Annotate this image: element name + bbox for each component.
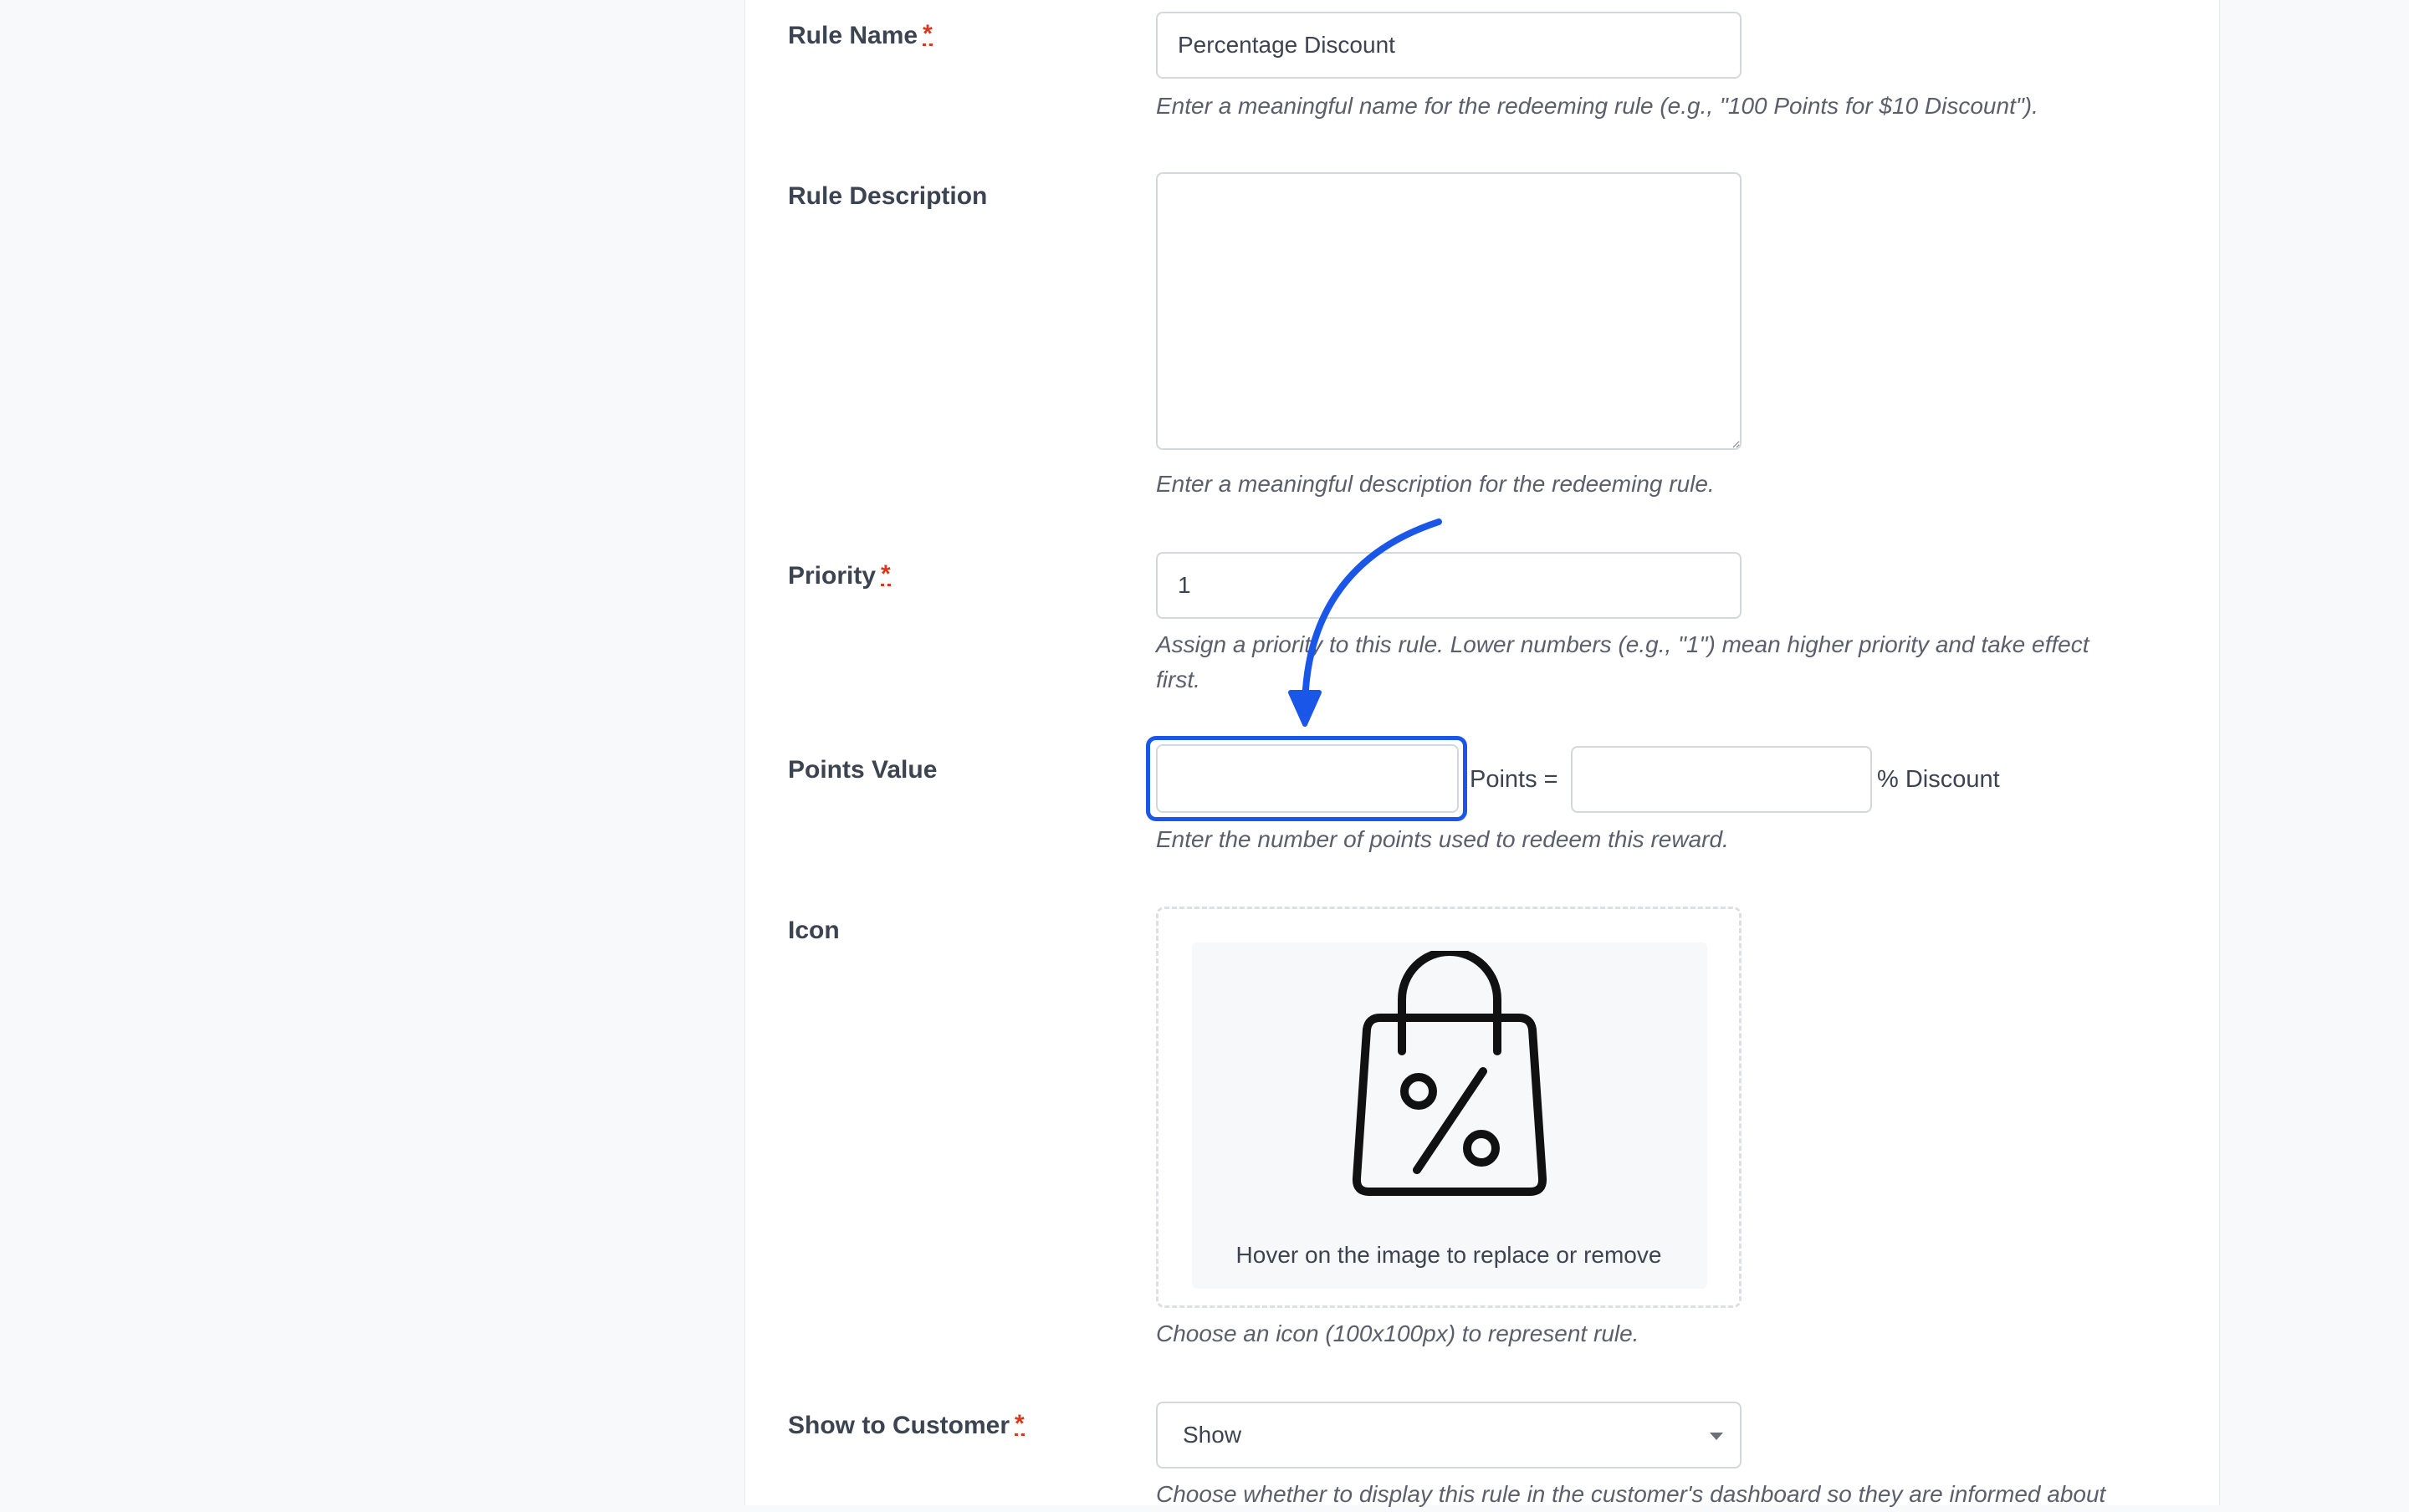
priority-label: Priority * <box>788 560 891 590</box>
rule-name-label: Rule Name * <box>788 20 933 49</box>
points-equals-label: Points = <box>1470 766 1558 793</box>
show-to-customer-selected: Show <box>1183 1422 1242 1448</box>
icon-help: Choose an icon (100x100px) to represent … <box>1156 1320 1639 1346</box>
rule-description-help: Enter a meaningful description for the r… <box>1156 471 1715 497</box>
discount-suffix-label: % Discount <box>1877 766 2000 793</box>
rule-description-label: Rule Description <box>788 182 988 210</box>
shopping-bag-percent-icon <box>1352 951 1547 1196</box>
icon-caption: Hover on the image to replace or remove <box>1235 1242 1662 1268</box>
rule-name-help: Enter a meaningful name for the redeemin… <box>1156 93 2038 119</box>
annotation-arrow-icon <box>1288 518 1442 727</box>
required-marker: * <box>881 560 891 588</box>
points-value-label: Points Value <box>788 756 938 784</box>
required-marker: * <box>923 20 933 48</box>
points-value-help: Enter the number of points used to redee… <box>1156 826 1729 852</box>
rule-description-textarea[interactable] <box>1156 172 1742 450</box>
rule-name-input[interactable] <box>1156 12 1742 79</box>
priority-help-line2: first. <box>1156 667 1200 692</box>
points-amount-input[interactable] <box>1156 744 1459 813</box>
icon-preview[interactable] <box>1192 942 1707 1289</box>
discount-percent-input[interactable] <box>1571 746 1872 813</box>
show-to-customer-label: Show to Customer * <box>788 1410 1025 1439</box>
required-marker: * <box>1015 1410 1025 1438</box>
show-to-customer-help: Choose whether to display this rule in t… <box>1156 1481 2106 1507</box>
show-to-customer-select[interactable]: Show <box>1156 1402 1742 1469</box>
chevron-down-icon <box>1710 1433 1723 1440</box>
icon-label: Icon <box>788 917 840 944</box>
icon-upload-area[interactable]: Hover on the image to replace or remove <box>1156 907 1742 1308</box>
